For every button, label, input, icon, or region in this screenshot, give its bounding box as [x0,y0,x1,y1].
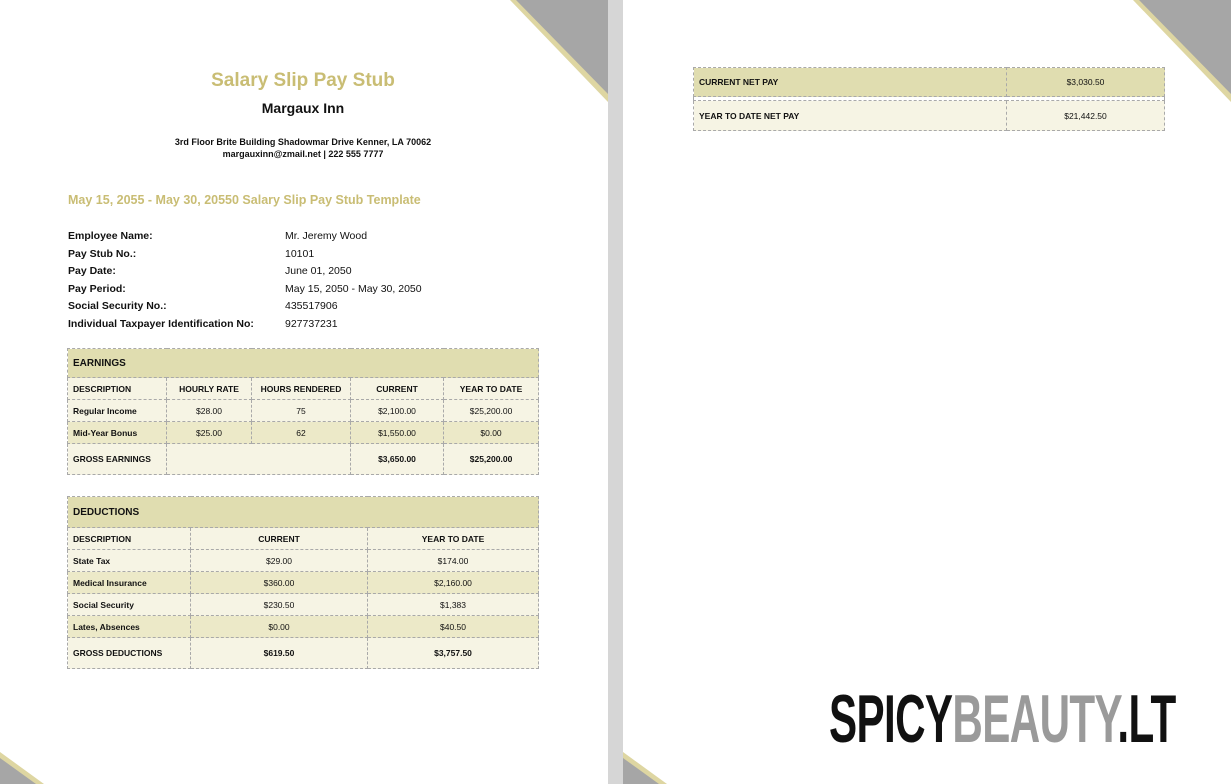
logo-part: BEAUTY [952,681,1118,757]
info-label: Employee Name: [68,230,153,242]
column-header: YEAR TO DATE [366,527,540,550]
info-row: Individual Taxpayer Identification No: 9… [68,316,508,334]
table-row: YEAR TO DATE NET PAY $21,442.50 [693,100,1165,131]
info-label: Individual Taxpayer Identification No: [68,317,254,330]
earnings-heading: EARNINGS [66,348,540,378]
table-row: Mid-Year Bonus $25.00 62 $1,550.00 $0.00 [67,421,540,444]
total-ytd: $25,200.00 [442,443,540,475]
info-label: Pay Date: [68,265,116,278]
total-ytd: $3,757.50 [366,637,540,669]
total-label: GROSS EARNINGS [67,443,167,475]
table-cell: $2,160.00 [366,571,540,594]
info-row: Pay Date: June 01, 2050 [68,263,508,281]
column-header: CURRENT [350,377,444,400]
table-cell [166,443,351,475]
info-label: Pay Stub No.: [68,247,137,260]
table-cell: $1,383 [366,593,540,616]
column-header: DESCRIPTION [67,377,167,400]
table-cell: Medical Insurance [67,571,191,594]
info-row: Pay Stub No.: 10101 [68,246,508,264]
deductions-heading: DEDUCTIONS [66,496,540,528]
employee-info: Employee Name: Mr. Jeremy Wood Pay Stub … [68,228,508,334]
document-page-2: CURRENT NET PAY $3,030.50 YEAR TO DATE N… [623,0,1231,784]
document-page-1: Salary Slip Pay Stub Margaux Inn 3rd Flo… [0,0,608,784]
total-label: GROSS DEDUCTIONS [67,637,191,669]
logo-part: .LT [1117,681,1176,757]
info-value: Mr. Jeremy Wood [285,230,368,242]
table-row: State Tax $29.00 $174.00 [67,549,540,572]
document-title: Salary Slip Pay Stub [211,70,395,91]
info-value: 10101 [285,247,315,260]
table-cell: 62 [251,421,351,444]
pay-period-heading: May 15, 2055 - May 30, 20550 Salary Slip… [68,193,421,207]
current-net-pay-label: CURRENT NET PAY [693,67,1007,97]
logo-part: SPICY [829,681,953,757]
table-cell: $230.50 [190,593,368,616]
company-name: Margaux Inn [261,100,345,116]
column-header-row: DESCRIPTION HOURLY RATE HOURS RENDERED C… [67,377,540,400]
info-value: 435517906 [285,300,338,313]
table-cell: $2,100.00 [350,399,444,422]
info-value: June 01, 2050 [285,265,352,278]
table-cell: $0.00 [190,615,368,638]
address-line: 3rd Floor Brite Building Shadowmar Drive… [174,137,432,147]
table-heading-row: DEDUCTIONS [66,496,540,528]
table-row: Regular Income $28.00 75 $2,100.00 $25,2… [67,399,540,422]
column-header: HOURS RENDERED [251,377,351,400]
total-current: $619.50 [190,637,368,669]
table-cell: Social Security [67,593,191,616]
table-cell: $0.00 [442,421,540,444]
info-value: 927737231 [285,317,338,330]
watermark-logo: SPICYBEAUTY.LT [829,685,1176,753]
table-row: CURRENT NET PAY $3,030.50 [693,67,1165,97]
table-cell: $1,550.00 [350,421,444,444]
table-cell: $360.00 [190,571,368,594]
total-current: $3,650.00 [350,443,444,475]
info-value: May 15, 2050 - May 30, 2050 [285,282,422,295]
table-cell: Mid-Year Bonus [67,421,167,444]
table-cell: $29.00 [190,549,368,572]
column-header: YEAR TO DATE [442,377,540,400]
net-pay-table: CURRENT NET PAY $3,030.50 YEAR TO DATE N… [693,67,1165,131]
deductions-table: DEDUCTIONS DESCRIPTION CURRENT YEAR TO D… [66,496,540,669]
table-cell: $40.50 [366,615,540,638]
info-row: Pay Period: May 15, 2050 - May 30, 2050 [68,281,508,299]
info-row: Employee Name: Mr. Jeremy Wood [68,228,508,246]
table-row: Social Security $230.50 $1,383 [67,593,540,616]
table-cell: $25,200.00 [442,399,540,422]
column-header-row: DESCRIPTION CURRENT YEAR TO DATE [67,527,540,550]
ytd-net-pay-value: $21,442.50 [1006,100,1165,131]
corner-decoration [623,752,667,784]
contact-line: margauxinn@zmail.net | 222 555 7777 [222,149,384,159]
table-cell: State Tax [67,549,191,572]
table-row: Lates, Absences $0.00 $40.50 [67,615,540,638]
earnings-table: EARNINGS DESCRIPTION HOURLY RATE HOURS R… [66,348,540,475]
column-header: HOURLY RATE [166,377,252,400]
company-address: 3rd Floor Brite Building Shadowmar Drive… [0,136,606,160]
table-cell: $174.00 [366,549,540,572]
corner-decoration [0,752,44,784]
table-cell: Regular Income [67,399,167,422]
table-cell: Lates, Absences [67,615,191,638]
info-label: Pay Period: [68,282,126,295]
table-cell: $28.00 [166,399,252,422]
info-row: Social Security No.: 435517906 [68,298,508,316]
current-net-pay-value: $3,030.50 [1006,67,1165,97]
column-header: DESCRIPTION [67,527,191,550]
total-row: GROSS EARNINGS $3,650.00 $25,200.00 [67,443,540,475]
column-header: CURRENT [190,527,368,550]
ytd-net-pay-label: YEAR TO DATE NET PAY [693,100,1007,131]
table-row: Medical Insurance $360.00 $2,160.00 [67,571,540,594]
info-label: Social Security No.: [68,300,167,313]
table-cell: $25.00 [166,421,252,444]
table-cell: 75 [251,399,351,422]
total-row: GROSS DEDUCTIONS $619.50 $3,757.50 [67,637,540,669]
table-heading-row: EARNINGS [66,348,540,378]
